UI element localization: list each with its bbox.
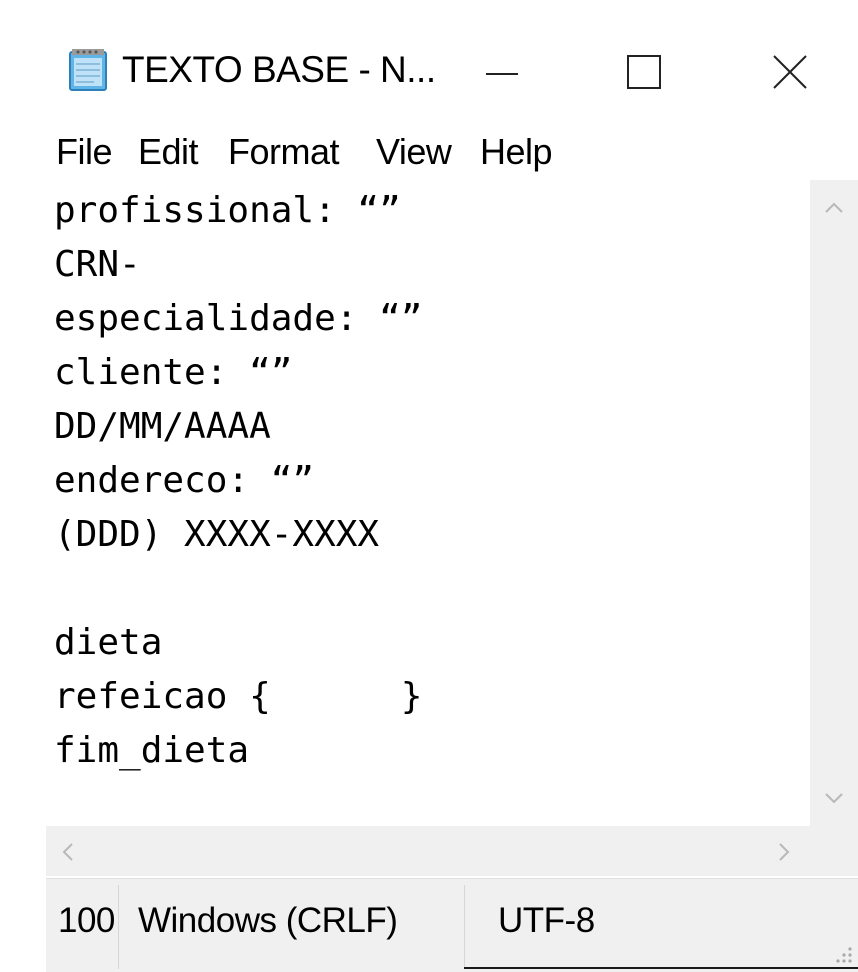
status-divider [464,885,465,969]
zoom-level: 100 [58,901,115,940]
vertical-scrollbar[interactable] [810,180,858,826]
text-editor[interactable]: profissional: “” CRN- especialidade: “” … [46,180,810,826]
maximize-button[interactable] [604,36,684,108]
line-ending: Windows (CRLF) [138,901,398,940]
menu-help[interactable]: Help [480,130,553,174]
scroll-down-icon[interactable] [816,780,852,816]
resize-grip-icon[interactable] [824,935,854,965]
minimize-icon [462,73,542,112]
scroll-up-icon[interactable] [816,190,852,226]
maximize-icon [604,55,684,112]
title-bar[interactable]: TEXTO BASE - N... [0,0,858,126]
menu-view[interactable]: View [376,130,452,174]
status-underline [464,967,858,969]
close-icon [750,55,830,112]
editor-content[interactable]: profissional: “” CRN- especialidade: “” … [54,184,422,778]
scroll-right-icon[interactable] [766,834,802,870]
menu-format[interactable]: Format [228,130,340,174]
window-left-edge [0,126,46,971]
menu-edit[interactable]: Edit [138,130,199,174]
close-button[interactable] [750,36,830,108]
window-title: TEXTO BASE - N... [122,49,436,90]
notepad-icon [64,46,112,94]
encoding: UTF-8 [498,901,595,940]
menu-bar: File Edit Format View Help [0,126,858,176]
status-bar: 100 Windows (CRLF) UTF-8 [46,878,858,972]
minimize-button[interactable] [462,36,542,108]
scroll-left-icon[interactable] [50,834,86,870]
menu-file[interactable]: File [56,130,113,174]
notepad-window: TEXTO BASE - N... File Edit Format View … [0,0,858,972]
status-divider [118,885,119,969]
horizontal-scrollbar[interactable] [46,826,858,876]
